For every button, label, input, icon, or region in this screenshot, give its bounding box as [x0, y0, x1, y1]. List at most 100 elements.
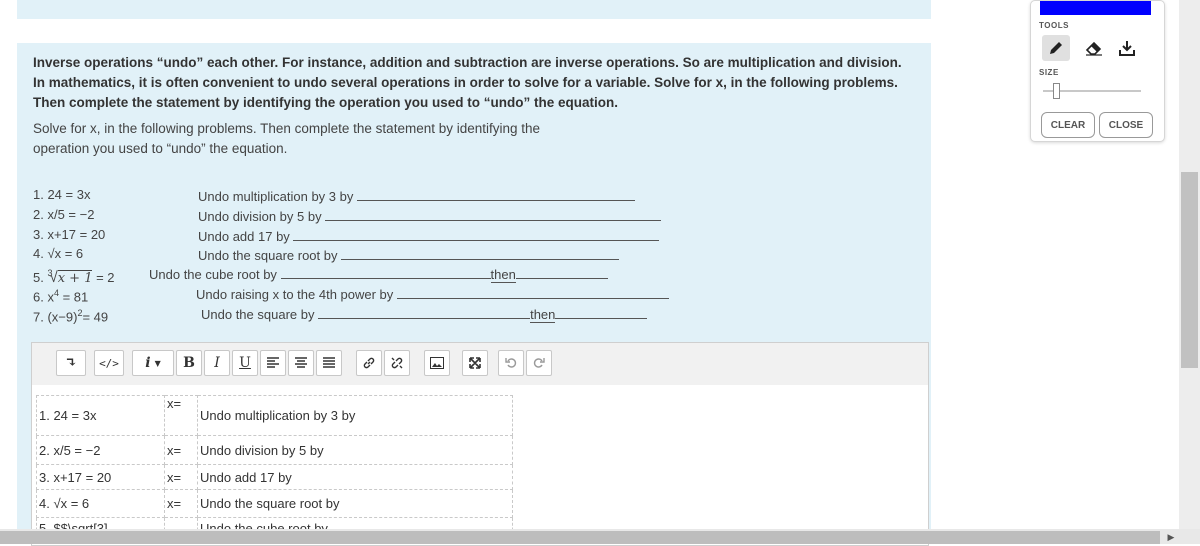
problem-3-statement: Undo add 17 by	[198, 227, 660, 245]
download-icon	[1119, 41, 1135, 56]
problem-7-then: then	[530, 307, 556, 323]
return-arrow-icon: ↴	[65, 355, 77, 371]
problem-1-equation: 1. 24 = 3x	[33, 187, 91, 202]
problem-7-base: 7. (x−9)	[33, 309, 78, 325]
answer-editor[interactable]: 1. 24 = 3x x= Undo multiplication by 3 b…	[31, 385, 929, 546]
row-1-equation-cell[interactable]: 1. 24 = 3x	[36, 395, 165, 436]
instructions-text: Solve for x, in the following problems. …	[33, 121, 541, 156]
row-2-equation-cell[interactable]: 2. x/5 = −2	[36, 435, 165, 465]
problem-5-answer-line-2	[515, 265, 608, 279]
problem-4-answer-line	[341, 246, 620, 260]
source-code-button[interactable]: </>	[94, 350, 124, 376]
insert-paragraph-button[interactable]: ↴	[56, 350, 86, 376]
close-button[interactable]: CLOSE	[1099, 112, 1153, 138]
redo-icon	[533, 358, 545, 368]
vertical-scrollbar-thumb[interactable]	[1181, 172, 1198, 368]
table-row: 4. √x = 6 x= Undo the square root by	[36, 489, 513, 518]
row-3-statement-cell[interactable]: Undo add 17 by	[197, 464, 513, 490]
align-justify-button[interactable]	[316, 350, 342, 376]
intro-text: Inverse operations “undo” each other. Fo…	[33, 55, 902, 110]
align-center-button[interactable]	[288, 350, 314, 376]
table-row: 1. 24 = 3x x= Undo multiplication by 3 b…	[36, 395, 513, 436]
problem-6-statement: Undo raising x to the 4th power by	[196, 285, 669, 303]
problem-6-answer-line	[396, 285, 669, 299]
tools-label: TOOLS	[1039, 21, 1069, 30]
redo-button[interactable]	[526, 350, 552, 376]
problem-1-statement-text: Undo multiplication by 3 by	[198, 189, 354, 204]
link-button[interactable]	[356, 350, 382, 376]
table-row: 2. x/5 = −2 x= Undo division by 5 by	[36, 435, 513, 465]
previous-section-strip	[17, 0, 931, 19]
problem-3-equation: 3. x+17 = 20	[33, 227, 106, 242]
unlink-button[interactable]	[384, 350, 410, 376]
fullscreen-icon	[469, 357, 481, 369]
problem-6-statement-text: Undo raising x to the 4th power by	[196, 287, 394, 302]
problem-5-statement-text: Undo the cube root by	[149, 267, 277, 282]
editor-toolbar: ↴ </> i ▼ B I U	[31, 342, 929, 386]
pen-tool-button[interactable]	[1042, 35, 1070, 61]
insert-image-button[interactable]	[424, 350, 450, 376]
scroll-right-arrow-icon[interactable]: ▶	[1164, 530, 1178, 544]
size-slider-handle[interactable]	[1053, 83, 1060, 99]
align-left-icon	[267, 357, 279, 368]
question-panel: Inverse operations “undo” each other. Fo…	[17, 43, 931, 546]
row-4-equation-cell[interactable]: 4. √x = 6	[36, 489, 165, 518]
problem-3-answer-line	[293, 227, 660, 241]
problem-3-statement-text: Undo add 17 by	[198, 229, 290, 244]
info-dropdown-button[interactable]: i ▼	[132, 350, 174, 376]
current-color-swatch[interactable]	[1040, 1, 1151, 15]
italic-button[interactable]: I	[204, 350, 230, 376]
row-1-x-cell[interactable]: x=	[164, 395, 198, 436]
horizontal-scrollbar-thumb[interactable]	[0, 531, 1160, 544]
size-label: SIZE	[1039, 68, 1059, 77]
problem-2-statement-text: Undo division by 5 by	[198, 209, 322, 224]
download-button[interactable]	[1116, 37, 1138, 59]
problem-4-statement-text: Undo the square root by	[198, 248, 338, 263]
problem-5-then: then	[490, 267, 516, 283]
problem-1-statement: Undo multiplication by 3 by	[198, 187, 635, 205]
table-row: 3. x+17 = 20 x= Undo add 17 by	[36, 464, 513, 490]
radical-sign: √	[49, 269, 58, 286]
unlink-icon	[391, 357, 403, 369]
drawing-tools-panel: TOOLS SIZE CLEAR CLOSE	[1030, 0, 1165, 142]
problem-7-answer-line-1	[318, 305, 531, 319]
bold-button[interactable]: B	[176, 350, 202, 376]
problem-4-equation: 4. √x = 6	[33, 246, 84, 261]
align-center-icon	[295, 357, 307, 368]
row-3-equation-cell[interactable]: 3. x+17 = 20	[36, 464, 165, 490]
eraser-tool-button[interactable]	[1083, 37, 1105, 59]
info-icon: i	[145, 355, 151, 371]
image-icon	[430, 357, 444, 369]
problem-1-answer-line	[356, 187, 635, 201]
problem-6-base: 6. x	[33, 289, 54, 305]
link-icon	[363, 357, 375, 369]
problem-5-number: 5.	[33, 270, 48, 285]
problem-6-equation: 6. x4 = 81	[33, 285, 88, 305]
row-4-statement-cell[interactable]: Undo the square root by	[197, 489, 513, 518]
row-4-x-cell[interactable]: x=	[164, 489, 198, 518]
row-1-statement-cell[interactable]: Undo multiplication by 3 by	[197, 395, 513, 436]
underline-button[interactable]: U	[232, 350, 258, 376]
problem-7-rhs: = 49	[82, 309, 109, 325]
problem-7-statement-text: Undo the square by	[201, 307, 315, 322]
problem-7-equation: 7. (x−9)2= 49	[33, 305, 108, 325]
eraser-icon	[1085, 41, 1102, 56]
fullscreen-button[interactable]	[462, 350, 488, 376]
radicand: x + 1	[57, 270, 93, 286]
problem-5-answer-line-1	[280, 265, 491, 279]
undo-button[interactable]	[498, 350, 524, 376]
row-2-statement-cell[interactable]: Undo division by 5 by	[197, 435, 513, 465]
problem-2-equation: 2. x/5 = −2	[33, 207, 95, 222]
answer-table: 1. 24 = 3x x= Undo multiplication by 3 b…	[36, 395, 513, 540]
problem-6-rhs: = 81	[58, 289, 89, 305]
clear-button[interactable]: CLEAR	[1041, 112, 1095, 138]
align-left-button[interactable]	[260, 350, 286, 376]
chevron-down-icon: ▼	[154, 358, 161, 368]
row-2-x-cell[interactable]: x=	[164, 435, 198, 465]
problem-7-statement: Undo the square by then	[201, 305, 648, 323]
problem-5-equation: 5. 3√x + 1 = 2	[33, 265, 115, 287]
row-3-x-cell[interactable]: x=	[164, 464, 198, 490]
align-justify-icon	[323, 357, 335, 368]
problem-2-answer-line	[325, 207, 662, 221]
problem-7-answer-line-2	[555, 305, 648, 319]
